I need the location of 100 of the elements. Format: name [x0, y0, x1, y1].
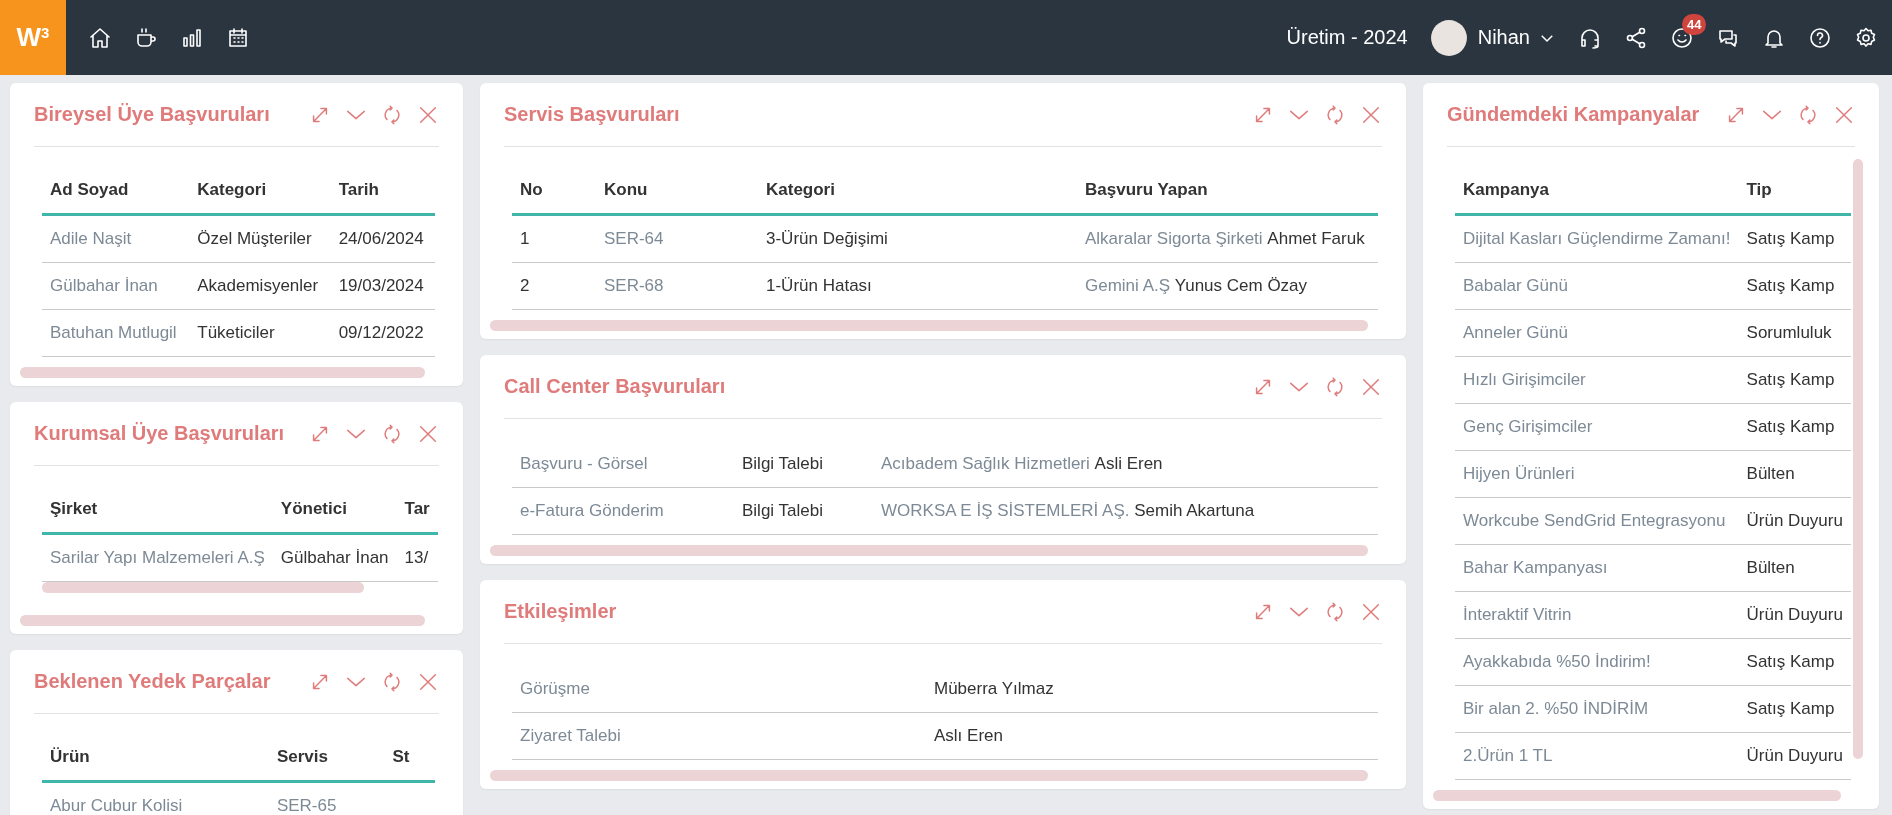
company-name[interactable]: Acıbadem Sağlık Hizmetleri	[881, 454, 1090, 473]
column-header[interactable]: Tarih	[330, 167, 435, 215]
column-header[interactable]: Başvuru Yapan	[1077, 167, 1378, 215]
refresh-icon[interactable]	[1797, 103, 1819, 126]
person-name: Asli Eren	[1094, 454, 1163, 473]
table-cell: 3-Ürün Değişimi	[758, 214, 1077, 263]
company-name[interactable]: Gemini A.Ş	[1085, 276, 1171, 295]
panel-title: Beklenen Yedek Parçalar	[34, 670, 271, 693]
table-cell[interactable]: Ziyaret Talebi	[512, 712, 926, 760]
table-cell[interactable]: Görüşme	[512, 666, 926, 713]
panel-title: Bireysel Üye Başvuruları	[34, 103, 270, 126]
column-header[interactable]: Yönetici	[272, 486, 397, 534]
table-cell: Özel Müşteriler	[189, 214, 331, 263]
column-header[interactable]: No	[512, 167, 596, 215]
refresh-icon[interactable]	[381, 422, 403, 445]
settings-icon[interactable]	[1854, 25, 1878, 50]
table-cell: Gülbahar İnan	[272, 533, 397, 582]
table-cell[interactable]: Bir alan 2. %50 İNDİRİM	[1455, 685, 1739, 733]
table-cell[interactable]: Dijital Kasları Güçlendirme Zamanı!	[1455, 214, 1739, 263]
panel-title: Gündemdeki Kampanyalar	[1447, 103, 1700, 126]
column-header[interactable]: Servis	[268, 734, 385, 782]
scrollbar[interactable]	[20, 367, 425, 378]
table-cell[interactable]: SER-68	[596, 262, 758, 310]
table-cell[interactable]: Başvuru - Görsel	[512, 441, 734, 488]
column-header[interactable]: St	[384, 734, 435, 782]
table-cell: 19/03/2024	[330, 262, 435, 310]
scrollbar[interactable]	[42, 582, 365, 593]
scrollbar[interactable]	[490, 545, 1368, 556]
table-cell[interactable]: İnteraktif Vitrin	[1455, 591, 1739, 639]
refresh-icon[interactable]	[1324, 375, 1346, 398]
company-name[interactable]: Alkaralar Sigorta Şirketi	[1085, 229, 1263, 248]
table-cell: Bülten	[1738, 450, 1851, 498]
table-cell: Satış Kamp	[1738, 403, 1851, 451]
table-cell[interactable]: e-Fatura Gönderim	[512, 487, 734, 535]
scrollbar[interactable]	[20, 615, 425, 626]
table-cell: Bilgi Talebi	[734, 487, 873, 535]
table-cell: 13/	[396, 533, 438, 582]
table-cell: Satış Kamp	[1738, 685, 1851, 733]
column-header[interactable]: Ürün	[42, 734, 269, 782]
column-header[interactable]: Ad Soyad	[42, 167, 190, 215]
home-icon[interactable]	[88, 25, 112, 50]
table-cell[interactable]: Genç Girişimciler	[1455, 403, 1739, 451]
table-cell[interactable]: Hızlı Girişimciler	[1455, 356, 1739, 404]
column-header[interactable]: Şirket	[42, 486, 273, 534]
table-cell[interactable]: 2.Ürün 1 TL	[1455, 732, 1739, 780]
panel-title: Etkileşimler	[504, 600, 617, 623]
refresh-icon[interactable]	[1324, 600, 1346, 623]
refresh-icon[interactable]	[381, 103, 403, 126]
table-cell[interactable]: Hijyen Ürünleri	[1455, 450, 1739, 498]
logo[interactable]: W$^{3}$	[0, 0, 66, 75]
person-name: Yunus Cem Özay	[1174, 276, 1308, 295]
refresh-icon[interactable]	[1324, 103, 1346, 126]
column-header[interactable]: Kategori	[189, 167, 331, 215]
help-icon[interactable]	[1808, 25, 1832, 50]
table-cell: Bilgi Talebi	[734, 441, 873, 488]
table-cell: Satış Kamp	[1738, 638, 1851, 686]
person-name: Semih Akartuna	[1134, 501, 1255, 520]
scrollbar[interactable]	[490, 770, 1368, 781]
table-cell[interactable]: Sarilar Yapı Malzemeleri A.Ş	[42, 533, 273, 582]
table-cell[interactable]: Workcube SendGrid Entegrasyonu	[1455, 497, 1739, 545]
share-icon[interactable]	[1624, 25, 1648, 50]
table-cell: 1-Ürün Hatası	[758, 262, 1077, 310]
table-cell: Satış Kamp	[1738, 214, 1851, 263]
table-cell[interactable]: Abur Cubur Kolisi	[42, 781, 269, 815]
scrollbar[interactable]	[1433, 790, 1841, 801]
table-cell[interactable]: Batuhan Mutlugil	[42, 309, 190, 357]
company-name[interactable]: WORKSA E İŞ SİSTEMLERİ AŞ.	[881, 501, 1130, 520]
table-cell[interactable]: Ayakkabıda %50 İndirim!	[1455, 638, 1739, 686]
calendar-icon[interactable]	[226, 25, 250, 50]
table-cell: Satış Kamp	[1738, 262, 1851, 310]
panel-title: Kurumsal Üye Başvuruları	[34, 422, 285, 445]
panel-title: Servis Başvuruları	[504, 103, 680, 126]
table-cell[interactable]: Adile Naşit	[42, 214, 190, 263]
table-cell: 1	[512, 214, 596, 263]
panel-title: Call Center Başvuruları	[504, 375, 726, 398]
refresh-icon[interactable]	[381, 670, 403, 693]
table-cell[interactable]: Babalar Günü	[1455, 262, 1739, 310]
table-cell[interactable]: Anneler Günü	[1455, 309, 1739, 357]
period-label[interactable]: Üretim - 2024	[1286, 26, 1408, 49]
table-cell: Bülten	[1738, 544, 1851, 592]
table-cell: Aslı Eren	[926, 712, 1378, 760]
avatar-icon[interactable]	[1429, 18, 1468, 57]
column-header[interactable]: Kategori	[758, 167, 1077, 215]
scrollbar[interactable]	[490, 320, 1368, 331]
table-cell: Satış Kamp	[1738, 356, 1851, 404]
table-cell: Ürün Duyuru	[1738, 591, 1851, 639]
table-cell: 2	[512, 262, 596, 310]
column-header[interactable]: Kampanya	[1455, 167, 1739, 215]
column-header[interactable]: Tar	[396, 486, 438, 534]
table-cell: Akademisyenler	[189, 262, 331, 310]
user-menu[interactable]: Nihan	[1477, 26, 1556, 49]
table-cell: Sorumluluk	[1738, 309, 1851, 357]
table-cell[interactable]: Gülbahar İnan	[42, 262, 190, 310]
table-cell[interactable]: SER-64	[596, 214, 758, 263]
scrollbar[interactable]	[1853, 159, 1863, 759]
column-header[interactable]: Konu	[596, 167, 758, 215]
coffee-cup-icon[interactable]	[134, 25, 158, 50]
table-cell[interactable]: SER-65	[268, 781, 385, 815]
table-cell[interactable]: Bahar Kampanyası	[1455, 544, 1739, 592]
person-name: Ahmet Faruk	[1267, 229, 1365, 248]
